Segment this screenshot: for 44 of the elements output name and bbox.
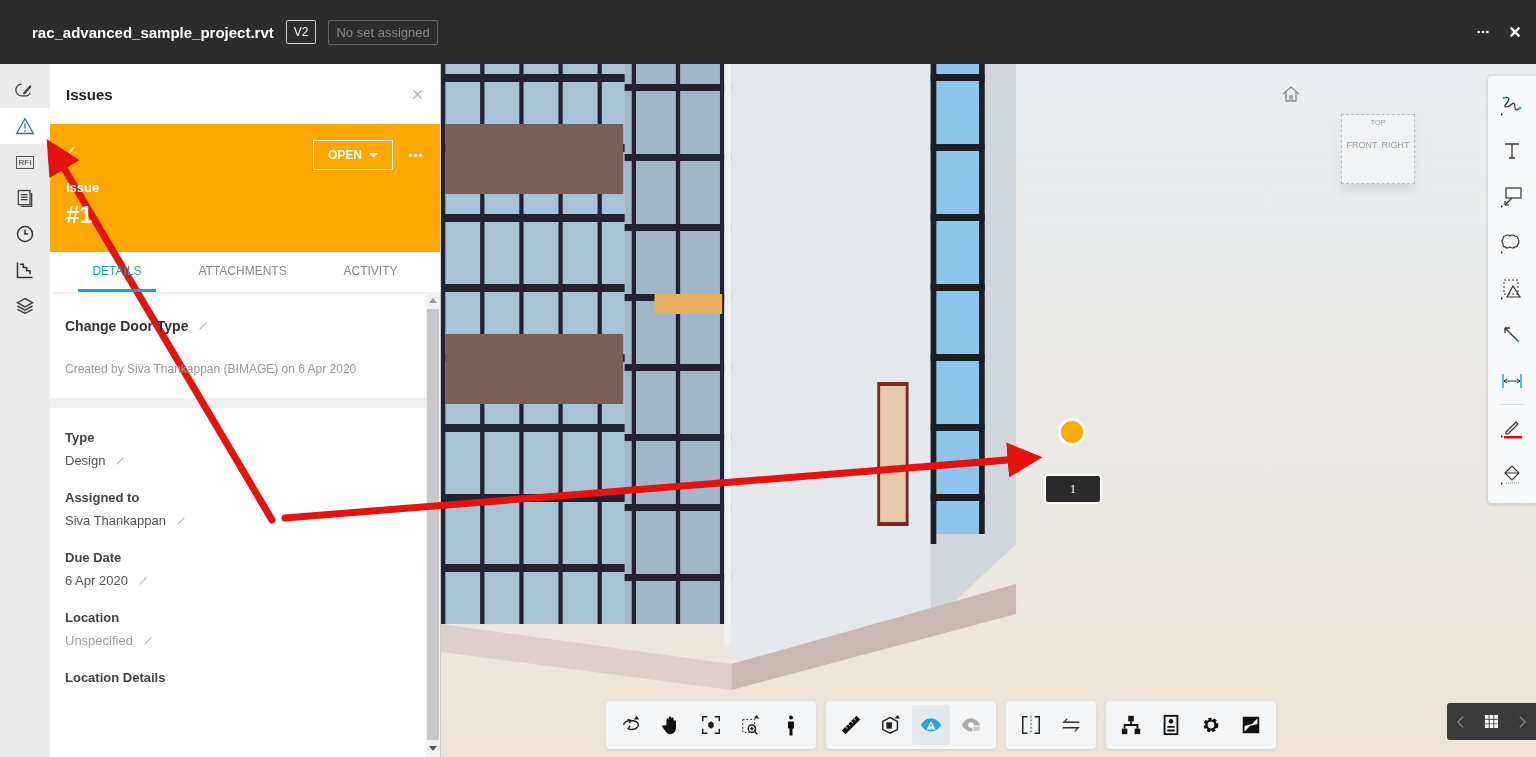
steps-icon	[15, 260, 35, 280]
caret-icon	[369, 152, 378, 158]
split-view-icon	[1020, 714, 1042, 736]
field-value: Design	[65, 453, 106, 468]
fit-view-icon	[700, 714, 722, 736]
shapes-icon	[1500, 277, 1524, 301]
chevron-right-icon[interactable]	[1517, 714, 1527, 729]
field-value: Unspecified	[65, 633, 133, 648]
field-label: Type	[65, 430, 96, 445]
scroll-down-icon[interactable]	[429, 746, 437, 751]
field-label: Location	[65, 610, 121, 625]
ruler-icon	[840, 714, 862, 736]
chevron-left-icon[interactable]	[1456, 714, 1466, 729]
version-button[interactable]: V2	[285, 20, 317, 44]
warning-icon	[15, 116, 35, 136]
person-icon	[787, 714, 795, 736]
field-label: Due Date	[65, 550, 123, 565]
zoom-window-icon	[740, 714, 762, 736]
status-dropdown[interactable]: OPEN	[313, 140, 393, 170]
panel-title: Issues	[66, 85, 113, 103]
section-box-icon	[880, 714, 902, 736]
close-icon[interactable]	[1508, 25, 1522, 39]
pin-label: 1	[1044, 474, 1102, 504]
file-name: rac_advanced_sample_project.rvt	[32, 23, 274, 41]
fullscreen-icon	[1240, 714, 1262, 736]
rail-item[interactable]	[0, 108, 50, 144]
tab[interactable]: ACTIVITY	[329, 252, 412, 292]
hierarchy-icon	[1120, 714, 1142, 736]
field-value: 6 Apr 2020	[65, 573, 128, 588]
tab[interactable]: ATTACHMENTS	[184, 252, 301, 292]
field-label: Location Details	[65, 670, 167, 685]
clock-icon	[15, 224, 35, 244]
layers-icon	[15, 296, 35, 316]
rail-item[interactable]: RFI	[0, 144, 50, 180]
field-label: Assigned to	[65, 490, 141, 505]
scroll-up-icon[interactable]	[429, 298, 437, 303]
home-icon[interactable]	[1281, 84, 1301, 104]
field-value: Siva Thankappan	[65, 513, 166, 528]
scrollbar-thumb[interactable]	[427, 309, 439, 740]
scrollbar[interactable]	[426, 292, 440, 757]
callout-icon	[1500, 185, 1524, 209]
document-icon	[15, 188, 35, 208]
set-button[interactable]: No set assigned	[328, 19, 438, 45]
grid-icon[interactable]	[1484, 714, 1499, 729]
